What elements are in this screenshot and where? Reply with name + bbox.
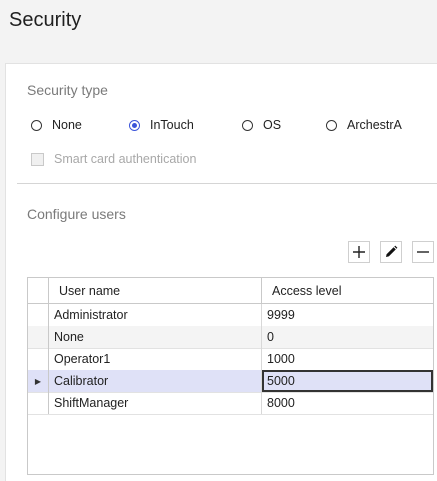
radio-label-os: OS (263, 118, 282, 132)
column-header-user-name[interactable]: User name (49, 278, 262, 303)
smart-card-label: Smart card authentication (54, 152, 197, 166)
security-type-heading: Security type (27, 82, 108, 98)
radio-option-os[interactable]: OS (242, 117, 281, 133)
table-row[interactable]: Administrator 9999 (28, 304, 433, 327)
users-table: User name Access level Administrator 999… (27, 277, 434, 475)
remove-user-button[interactable] (412, 241, 434, 263)
smart-card-option: Smart card authentication (31, 152, 196, 166)
section-divider (17, 183, 437, 184)
user-name-cell[interactable]: Administrator (49, 304, 262, 326)
configure-users-heading: Configure users (27, 206, 126, 222)
radio-label-archestra: ArchestrA (347, 118, 402, 132)
radio-button-selected[interactable] (129, 119, 140, 131)
radio-option-intouch[interactable]: InTouch (129, 117, 194, 133)
row-indicator[interactable] (28, 326, 49, 348)
access-level-cell[interactable]: 1000 (262, 348, 433, 370)
row-indicator[interactable] (28, 304, 49, 326)
row-indicator-header (28, 278, 49, 303)
radio-button[interactable] (31, 119, 42, 131)
radio-label-none: None (52, 118, 82, 132)
radio-option-archestra[interactable]: ArchestrA (326, 117, 402, 133)
edit-user-button[interactable] (380, 241, 402, 263)
pencil-icon (386, 245, 398, 257)
access-level-cell-editing[interactable]: 5000 (262, 370, 433, 392)
minus-icon (417, 251, 429, 253)
user-name-cell[interactable]: Operator1 (49, 348, 262, 370)
smart-card-checkbox (31, 152, 44, 166)
page-title: Security (9, 9, 82, 31)
row-indicator[interactable]: ▶ (28, 370, 49, 392)
radio-button[interactable] (326, 119, 337, 131)
user-name-cell[interactable]: Calibrator (49, 370, 262, 392)
radio-button[interactable] (242, 119, 253, 131)
table-row[interactable]: Operator1 1000 (28, 348, 433, 371)
radio-option-none[interactable]: None (31, 117, 82, 133)
row-indicator[interactable] (28, 392, 49, 414)
column-header-access-level[interactable]: Access level (262, 278, 433, 303)
row-indicator[interactable] (28, 348, 49, 370)
access-level-cell[interactable]: 8000 (262, 392, 433, 414)
add-user-button[interactable] (348, 241, 370, 263)
table-header-row: User name Access level (28, 278, 433, 304)
plus-icon (353, 246, 365, 258)
table-row[interactable]: None 0 (28, 326, 433, 349)
current-row-arrow-icon: ▶ (34, 376, 42, 386)
table-row-selected[interactable]: ▶ Calibrator 5000 (28, 370, 433, 393)
user-name-cell[interactable]: ShiftManager (49, 392, 262, 414)
access-level-cell[interactable]: 0 (262, 326, 433, 348)
access-level-cell[interactable]: 9999 (262, 304, 433, 326)
radio-label-intouch: InTouch (150, 118, 194, 132)
table-row[interactable]: ShiftManager 8000 (28, 392, 433, 415)
user-name-cell[interactable]: None (49, 326, 262, 348)
